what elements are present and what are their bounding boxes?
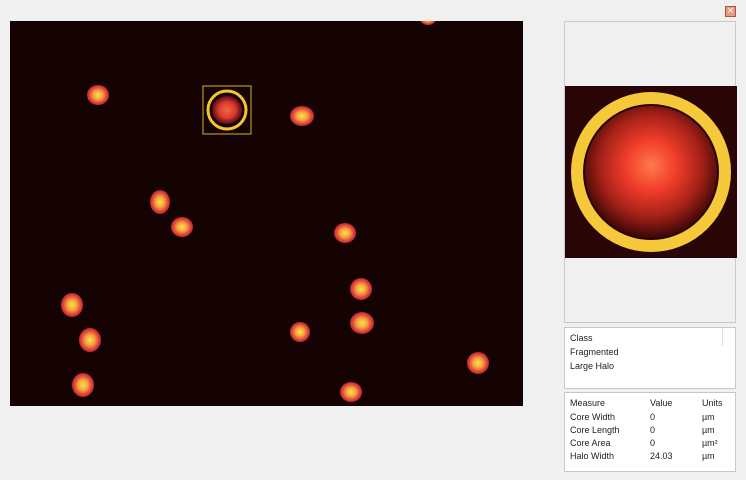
measurements-table: Measure Value Units Core Width 0 µm Core… <box>570 396 730 462</box>
measure-name: Core Width <box>570 411 616 422</box>
zoomed-cell-image <box>565 86 737 258</box>
cell <box>334 223 356 243</box>
zoom-panel <box>564 21 737 323</box>
table-row: Halo Width 24.03 µm <box>570 449 730 462</box>
measure-value: 0 <box>650 411 656 422</box>
classification-panel: Class Fragmented Large Halo <box>564 327 736 389</box>
microscopy-image-view[interactable] <box>10 21 523 406</box>
cell <box>61 293 83 317</box>
column-divider <box>722 328 723 346</box>
table-row: Core Width 0 µm <box>570 410 730 423</box>
close-icon: × <box>726 6 735 16</box>
measure-value: 24.03 <box>650 450 673 461</box>
cell <box>350 278 372 300</box>
measure-value: 0 <box>650 424 656 435</box>
cell <box>72 373 94 397</box>
cell <box>290 322 310 342</box>
header-value: Value <box>650 398 673 408</box>
measure-name: Halo Width <box>570 450 615 461</box>
measure-units: µm² <box>702 437 718 448</box>
selected-cell[interactable] <box>202 85 252 135</box>
cell-image[interactable] <box>10 21 523 406</box>
cell <box>79 328 101 352</box>
zoomed-cell-view <box>565 86 737 258</box>
title-bar: × <box>0 0 746 18</box>
cell <box>171 217 193 237</box>
class-item-large-halo: Large Halo <box>570 361 615 371</box>
cell <box>350 312 374 334</box>
class-item-fragmented: Fragmented <box>570 347 619 357</box>
table-row: Core Area 0 µm² <box>570 436 730 449</box>
measure-name: Core Length <box>570 424 620 435</box>
close-button[interactable]: × <box>725 6 736 17</box>
measure-units: µm <box>702 450 715 461</box>
cell <box>340 382 362 402</box>
cell <box>87 85 109 105</box>
cell <box>290 106 314 126</box>
cell <box>420 21 436 25</box>
cell <box>467 352 489 374</box>
measure-units: µm <box>702 424 715 435</box>
class-title: Class <box>570 333 593 343</box>
header-measure: Measure <box>570 398 606 408</box>
table-header: Measure Value Units <box>570 396 730 410</box>
measurements-panel: Measure Value Units Core Width 0 µm Core… <box>564 392 736 472</box>
measure-units: µm <box>702 411 715 422</box>
measure-name: Core Area <box>570 437 611 448</box>
table-row: Core Length 0 µm <box>570 423 730 436</box>
cells <box>61 21 489 402</box>
measure-value: 0 <box>650 437 656 448</box>
cell <box>150 190 170 214</box>
header-units: Units <box>702 398 723 408</box>
